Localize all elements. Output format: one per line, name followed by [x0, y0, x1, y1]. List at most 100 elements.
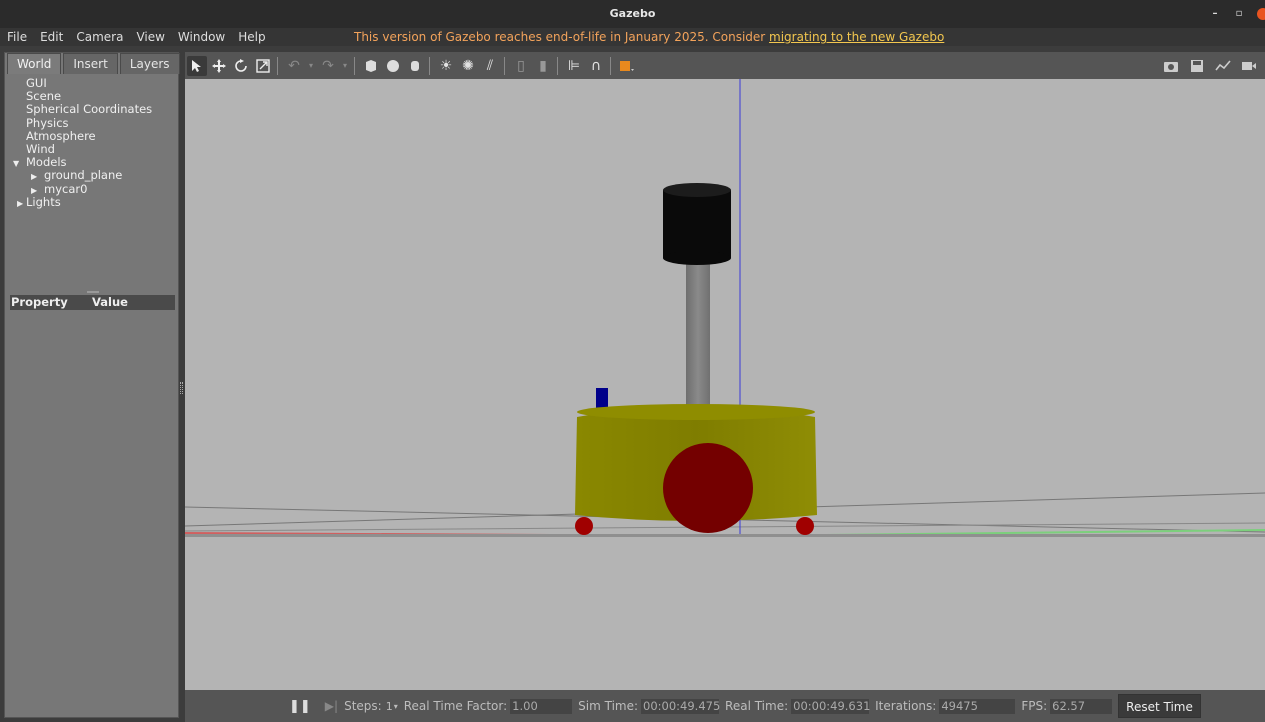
screenshot-icon[interactable] [1161, 56, 1181, 76]
scene-render [185, 79, 1265, 537]
steps-dropdown-icon[interactable]: ▾ [394, 702, 398, 711]
tree-item-lights[interactable]: ▶ Lights [5, 194, 178, 210]
steps-label: Steps: [344, 699, 382, 713]
window-title: Gazebo [609, 7, 656, 20]
toolbar-separator [504, 56, 505, 75]
menu-camera[interactable]: Camera [69, 30, 129, 44]
toolbar-separator [610, 56, 611, 75]
scale-mode-icon[interactable] [253, 56, 273, 76]
status-bar: ❚❚ ▶| Steps: 1 ▾ Real Time Factor: 1.00 … [185, 690, 1265, 722]
caret-right-icon[interactable]: ▶ [17, 197, 25, 210]
migration-link[interactable]: migrating to the new Gazebo [769, 30, 944, 44]
toolbar-separator [354, 56, 355, 75]
directional-light-icon[interactable]: ⫽ [480, 56, 500, 76]
redo-icon[interactable]: ↷ [318, 56, 338, 76]
property-column-header: Property [11, 295, 68, 309]
copy-icon[interactable]: ▯ [511, 56, 531, 76]
toolbar: ↶ ▾ ↷ ▾ ☀ ✺ ⫽ ▯ ▮ ⊫ ∩ [185, 52, 1265, 79]
menu-view[interactable]: View [129, 30, 170, 44]
left-panel: World Insert Layers GUI Scene Spherical … [4, 52, 182, 718]
panel-splitter[interactable] [87, 291, 99, 293]
log-data-icon[interactable] [1187, 56, 1207, 76]
step-icon[interactable]: ▶| [325, 699, 338, 713]
tree-item-label: Spherical Coordinates [26, 102, 153, 117]
close-icon[interactable] [1257, 8, 1265, 20]
world-tree: GUI Scene Spherical Coordinates Physics … [5, 76, 178, 210]
robot-body-top [577, 404, 815, 420]
tree-item-label: ground_plane [44, 168, 123, 183]
tab-layers[interactable]: Layers [119, 53, 180, 74]
tree-item-label: mycar0 [44, 181, 88, 196]
translate-mode-icon[interactable] [209, 56, 229, 76]
maximize-icon[interactable]: ▫ [1233, 0, 1245, 28]
fps-field: 62.57 [1050, 698, 1113, 714]
sim-time-label: Sim Time: [578, 699, 639, 713]
panel-tabs: World Insert Layers [7, 53, 182, 74]
tab-world[interactable]: World [7, 53, 62, 74]
iterations-field: 49475 [939, 698, 1016, 714]
real-time-label: Real Time: [725, 699, 789, 713]
redo-dropdown-icon[interactable]: ▾ [340, 56, 350, 76]
tree-item-label: Scene [26, 89, 62, 104]
caster-wheel-right [796, 517, 814, 535]
menu-bar: File Edit Camera View Window Help This v… [0, 28, 1265, 46]
select-mode-icon[interactable] [187, 55, 207, 76]
toolbar-separator [557, 56, 558, 75]
sphere-shape-icon[interactable] [383, 56, 403, 76]
caret-down-icon[interactable]: ▼ [13, 157, 21, 170]
tab-insert[interactable]: Insert [63, 53, 118, 74]
tree-item-ground-plane[interactable]: ▶ ground_plane [5, 169, 178, 182]
undo-icon[interactable]: ↶ [284, 56, 304, 76]
box-shape-icon[interactable] [361, 56, 381, 76]
ground-edge [185, 534, 1265, 537]
3d-viewport[interactable] [185, 79, 1265, 690]
property-header: Property Value [10, 295, 175, 310]
sensor-pole [686, 246, 710, 408]
view-angle-icon[interactable] [617, 56, 637, 76]
tree-item-mycar0[interactable]: ▶ mycar0 [5, 181, 178, 196]
iterations-label: Iterations: [875, 699, 937, 713]
menu-window[interactable]: Window [171, 30, 231, 44]
toolbar-right-group [1159, 52, 1259, 79]
toolbar-separator [429, 56, 430, 75]
real-time-field: 00:00:49.631 [791, 698, 871, 714]
minimize-icon[interactable]: – [1209, 0, 1221, 28]
tree-item-label: Atmosphere [26, 128, 96, 143]
drive-wheel [663, 443, 753, 533]
plot-icon[interactable] [1213, 56, 1233, 76]
undo-dropdown-icon[interactable]: ▾ [306, 56, 316, 76]
lidar-sensor-bottom [663, 251, 731, 265]
value-column-header: Value [92, 295, 128, 309]
eol-notice-text: This version of Gazebo reaches end-of-li… [354, 30, 770, 44]
snap-icon[interactable]: ∩ [586, 56, 606, 76]
tree-item-label: Models [26, 155, 67, 170]
menu-file[interactable]: File [0, 30, 33, 44]
rotate-mode-icon[interactable] [231, 56, 251, 76]
point-light-icon[interactable]: ☀ [436, 56, 456, 76]
window-controls: – ▫ [1209, 0, 1265, 28]
cylinder-shape-icon[interactable] [405, 56, 425, 76]
steps-value[interactable]: 1 [386, 700, 393, 713]
real-time-factor-label: Real Time Factor: [403, 699, 508, 713]
real-time-factor-field: 1.00 [510, 698, 573, 714]
tree-item-label: GUI [26, 76, 47, 90]
panel-resize-handle[interactable] [180, 382, 183, 394]
pause-icon[interactable]: ❚❚ [289, 699, 311, 714]
video-record-icon[interactable] [1239, 56, 1259, 76]
tree-item-label: Physics [26, 115, 69, 130]
menu-help[interactable]: Help [231, 30, 271, 44]
align-icon[interactable]: ⊫ [564, 56, 584, 76]
tree-item-label: Lights [26, 194, 61, 209]
fps-label: FPS: [1021, 699, 1048, 713]
caret-right-icon[interactable]: ▶ [31, 170, 39, 183]
lidar-sensor-top [663, 183, 731, 197]
spot-light-icon[interactable]: ✺ [458, 56, 478, 76]
paste-icon[interactable]: ▮ [533, 56, 553, 76]
eol-notice: This version of Gazebo reaches end-of-li… [354, 28, 944, 46]
reset-time-button[interactable]: Reset Time [1118, 694, 1201, 718]
window-titlebar: Gazebo – ▫ [0, 0, 1265, 28]
menu-edit[interactable]: Edit [33, 30, 69, 44]
caster-wheel-left [575, 517, 593, 535]
lidar-sensor [663, 190, 731, 258]
tree-item-label: Wind [26, 141, 55, 156]
